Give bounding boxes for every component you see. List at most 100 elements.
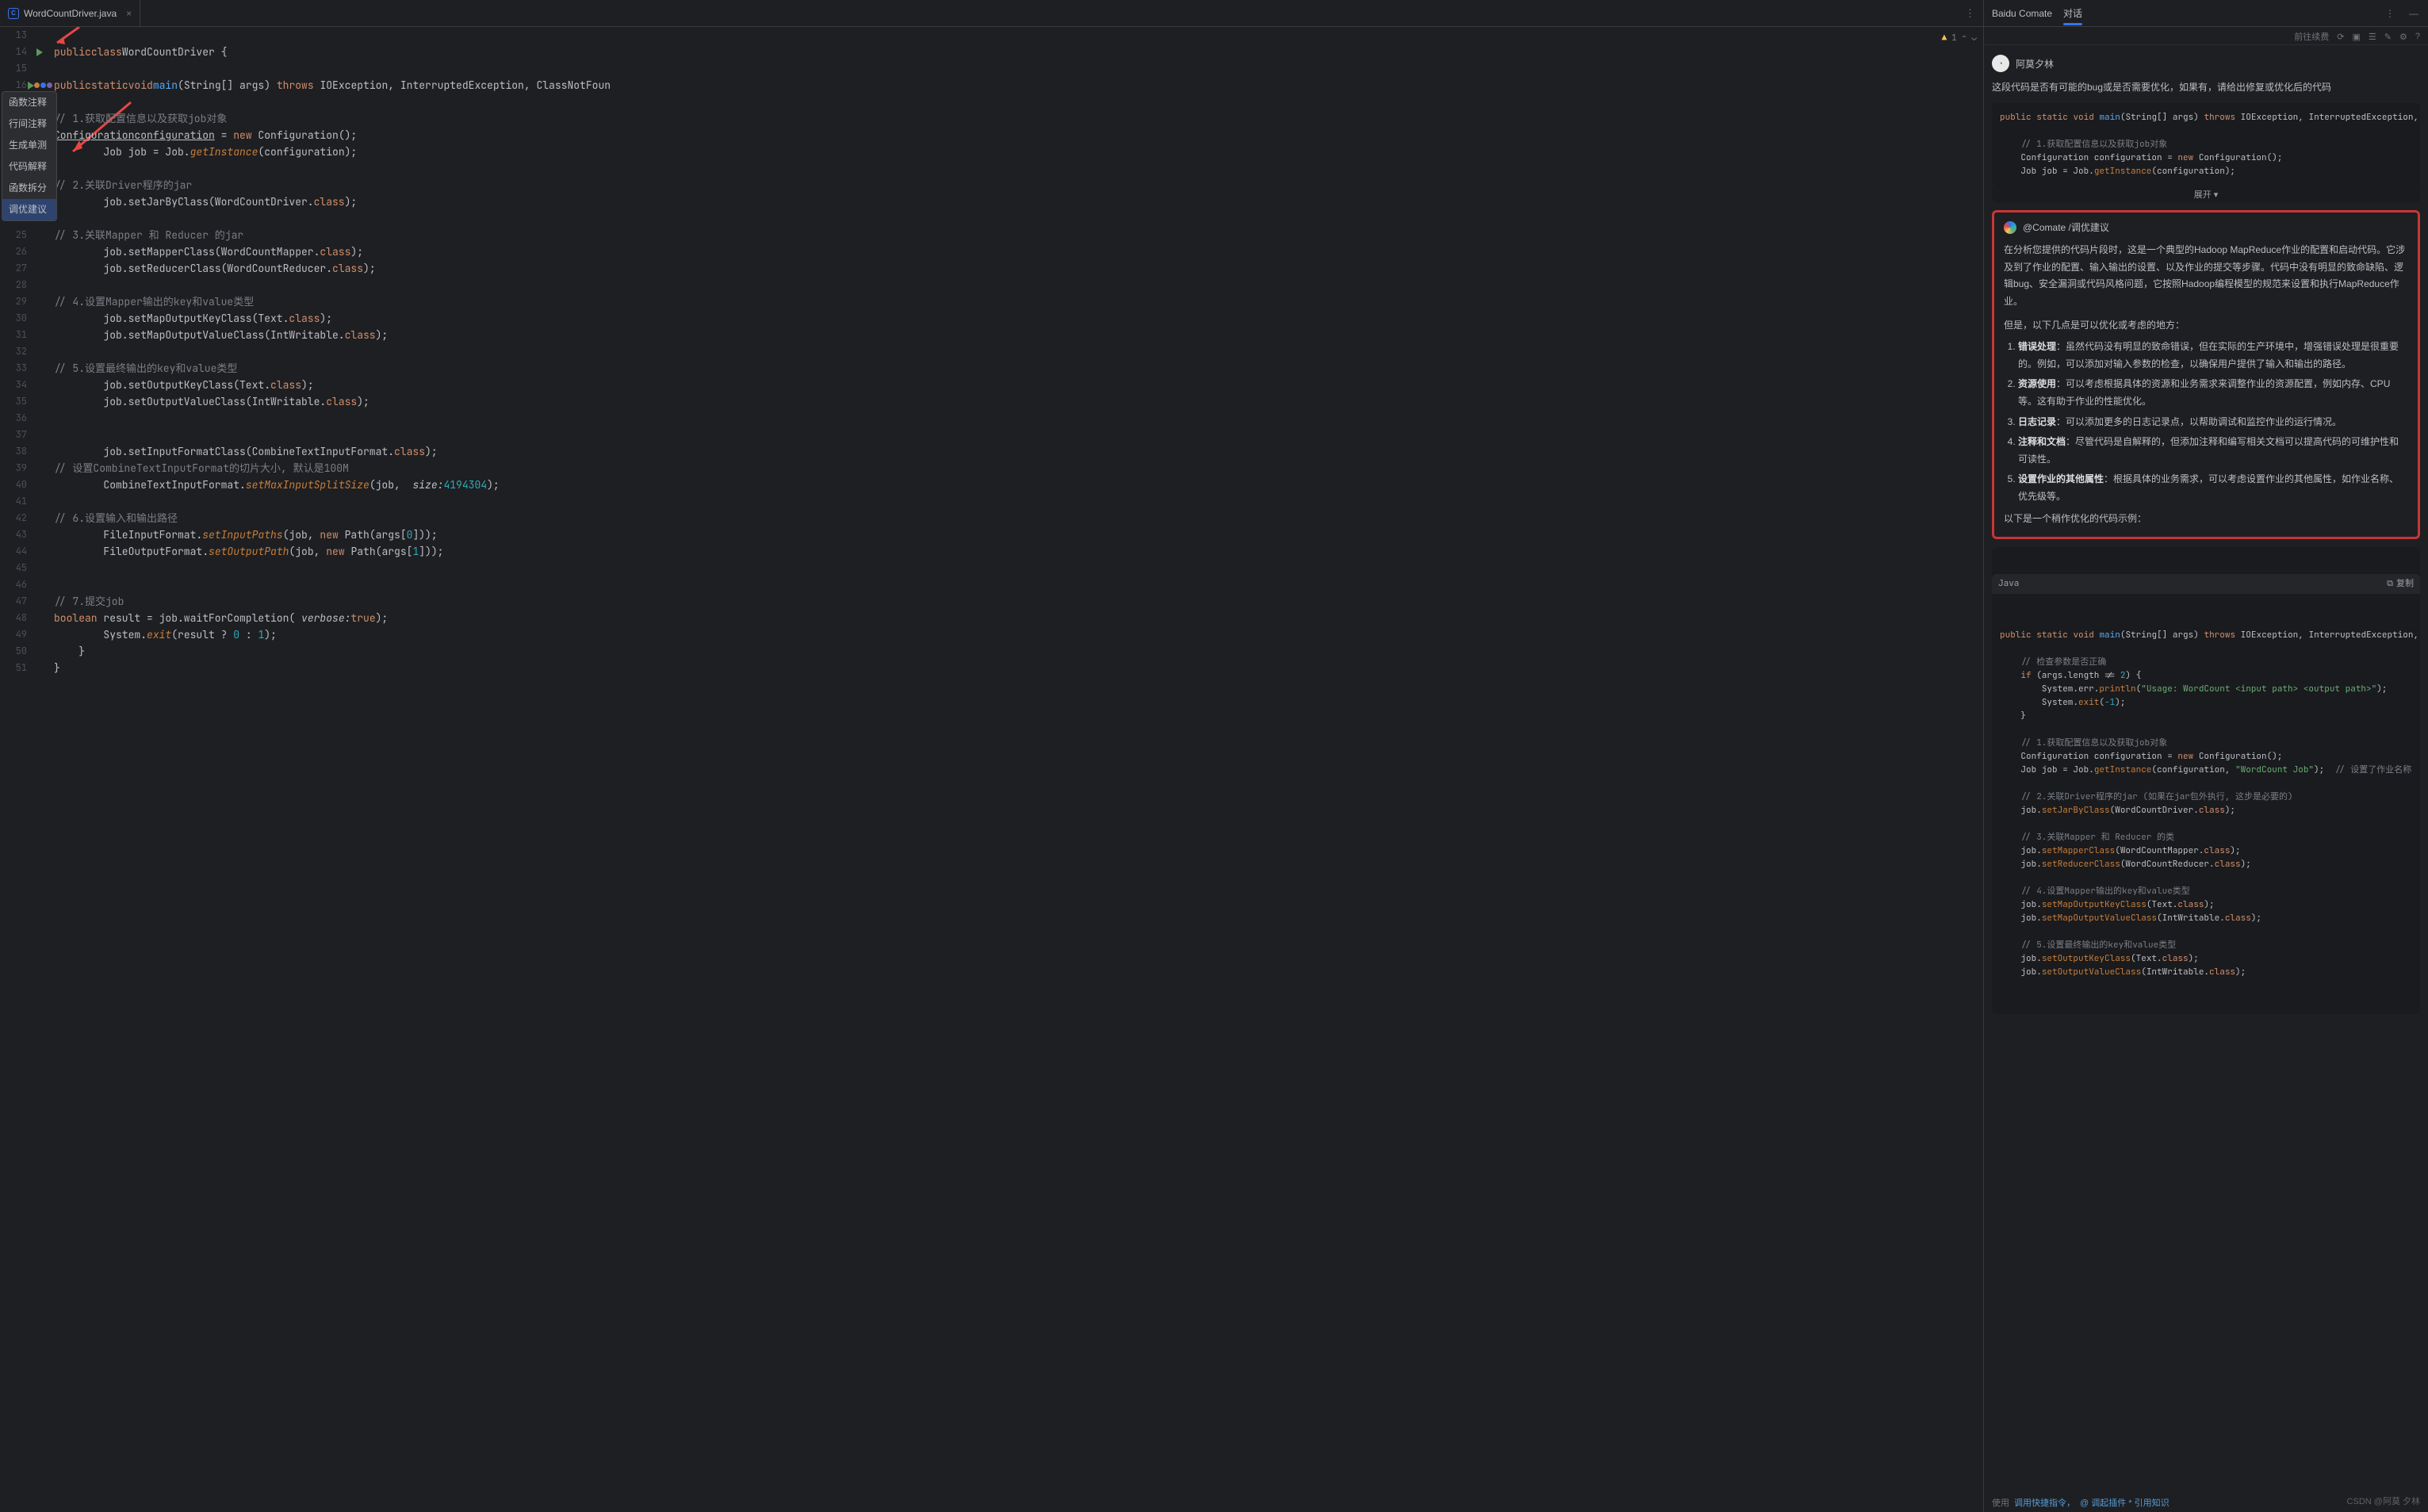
code-line[interactable]: FileInputFormat.setInputPaths(job, new P…: [54, 526, 1983, 543]
line-number[interactable]: 43: [0, 526, 48, 543]
line-number[interactable]: 49: [0, 626, 48, 643]
line-number[interactable]: 44: [0, 543, 48, 560]
line-number[interactable]: 31: [0, 327, 48, 343]
code-line[interactable]: job.setOutputKeyClass(Text.class);: [54, 377, 1983, 393]
context-menu-item[interactable]: 行间注释: [2, 113, 56, 135]
gutter-action-icon[interactable]: [40, 82, 46, 88]
code-line[interactable]: Configuration configuration = new Config…: [54, 127, 1983, 144]
code-line[interactable]: }: [54, 643, 1983, 660]
line-number[interactable]: 36: [0, 410, 48, 427]
code-line[interactable]: [54, 27, 1983, 44]
code-line[interactable]: job.setMapperClass(WordCountMapper.class…: [54, 243, 1983, 260]
code-line[interactable]: [54, 427, 1983, 443]
line-number[interactable]: 50: [0, 643, 48, 660]
code-line[interactable]: [54, 410, 1983, 427]
code-line[interactable]: FileOutputFormat.setOutputPath(job, new …: [54, 543, 1983, 560]
editor-body[interactable]: ▲ 1 ⌃ ⌄ 13141516171819202122232425262728…: [0, 27, 1983, 1512]
code-line[interactable]: [54, 160, 1983, 177]
run-icon[interactable]: [28, 82, 34, 90]
comate-chat-scroll[interactable]: ◔ 阿莫夕林 这段代码是否有可能的bug或是否需要优化，如果有，请给出修复或优化…: [1984, 45, 2428, 1493]
line-number[interactable]: 30: [0, 310, 48, 327]
line-number[interactable]: 48: [0, 610, 48, 626]
code-line[interactable]: job.setMapOutputKeyClass(Text.class);: [54, 310, 1983, 327]
line-number[interactable]: 26: [0, 243, 48, 260]
code-line[interactable]: job.setOutputValueClass(IntWritable.clas…: [54, 393, 1983, 410]
context-menu-item[interactable]: 调优建议: [2, 199, 56, 220]
line-number[interactable]: 51: [0, 660, 48, 676]
code-line[interactable]: boolean result = job.waitForCompletion( …: [54, 610, 1983, 626]
code-line[interactable]: [54, 560, 1983, 576]
copy-button[interactable]: ⧉ 复制: [2387, 577, 2414, 591]
help-icon[interactable]: ?: [2415, 32, 2420, 41]
line-number[interactable]: 27: [0, 260, 48, 277]
new-chat-icon[interactable]: ✎: [2384, 32, 2392, 42]
code-line[interactable]: // 4.设置Mapper输出的key和value类型: [54, 293, 1983, 310]
line-number[interactable]: 42: [0, 510, 48, 526]
run-icon[interactable]: [36, 48, 43, 56]
line-number[interactable]: 25: [0, 227, 48, 243]
context-menu-item[interactable]: 函数注释: [2, 92, 56, 113]
context-menu[interactable]: 函数注释行间注释生成单测代码解释函数拆分调优建议: [2, 91, 57, 221]
layout-icon[interactable]: ▣: [2353, 32, 2361, 42]
line-number[interactable]: 46: [0, 576, 48, 593]
footer-at[interactable]: @ 调起插件 * 引用知识: [2080, 1496, 2169, 1509]
code-line[interactable]: Job job = Job.getInstance(configuration)…: [54, 144, 1983, 160]
line-number[interactable]: 33: [0, 360, 48, 377]
line-number[interactable]: 14: [0, 44, 48, 60]
editor-tab[interactable]: C WordCountDriver.java ×: [0, 0, 140, 26]
code-line[interactable]: // 6.设置输入和输出路径: [54, 510, 1983, 526]
code-line[interactable]: job.setMapOutputValueClass(IntWritable.c…: [54, 327, 1983, 343]
minimize-icon[interactable]: —: [2407, 7, 2420, 20]
footer-shortcut[interactable]: 调用快捷指令，: [2014, 1496, 2075, 1509]
code-line[interactable]: System.exit(result ? 0 : 1);: [54, 626, 1983, 643]
gutter-action-icon[interactable]: [34, 82, 40, 88]
line-number[interactable]: 32: [0, 343, 48, 360]
close-icon[interactable]: ×: [126, 8, 132, 19]
code-line[interactable]: [54, 210, 1983, 227]
code-line[interactable]: [54, 576, 1983, 593]
line-number[interactable]: 47: [0, 593, 48, 610]
code-line[interactable]: public class WordCountDriver {: [54, 44, 1983, 60]
code-line[interactable]: job.setReducerClass(WordCountReducer.cla…: [54, 260, 1983, 277]
code-line[interactable]: // 1.获取配置信息以及获取job对象: [54, 110, 1983, 127]
code-line[interactable]: public static void main(String[] args) t…: [54, 77, 1983, 94]
code-line[interactable]: [54, 94, 1983, 110]
context-menu-item[interactable]: 函数拆分: [2, 178, 56, 199]
line-number[interactable]: 34: [0, 377, 48, 393]
refresh-icon[interactable]: ⟳: [2337, 32, 2344, 42]
code-line[interactable]: // 设置CombineTextInputFormat的切片大小, 默认是100…: [54, 460, 1983, 477]
line-number[interactable]: 39: [0, 460, 48, 477]
expand-button[interactable]: 展开 ▾: [1992, 186, 2420, 202]
line-number[interactable]: 28: [0, 277, 48, 293]
renew-link[interactable]: 前往续费: [2294, 30, 2329, 43]
code-line[interactable]: // 2.关联Driver程序的jar: [54, 177, 1983, 193]
comate-tab-chat[interactable]: 对话: [2063, 6, 2082, 20]
code-line[interactable]: [54, 60, 1983, 77]
code-area[interactable]: public class WordCountDriver { public st…: [48, 27, 1983, 1512]
line-number[interactable]: 29: [0, 293, 48, 310]
context-menu-item[interactable]: 代码解释: [2, 156, 56, 178]
more-icon[interactable]: ⋮: [2384, 7, 2396, 20]
line-number[interactable]: 35: [0, 393, 48, 410]
code-line[interactable]: [54, 493, 1983, 510]
code-line[interactable]: CombineTextInputFormat.setMaxInputSplitS…: [54, 477, 1983, 493]
code-line[interactable]: [54, 277, 1983, 293]
settings-icon[interactable]: ⚙: [2399, 32, 2407, 42]
code-line[interactable]: // 3.关联Mapper 和 Reducer 的jar: [54, 227, 1983, 243]
line-number[interactable]: 45: [0, 560, 48, 576]
code-line[interactable]: // 7.提交job: [54, 593, 1983, 610]
line-number[interactable]: 13: [0, 27, 48, 44]
code-line[interactable]: // 5.设置最终输出的key和value类型: [54, 360, 1983, 377]
history-icon[interactable]: ☰: [2369, 32, 2376, 42]
context-menu-item[interactable]: 生成单测: [2, 135, 56, 156]
code-line[interactable]: [54, 343, 1983, 360]
code-line[interactable]: job.setInputFormatClass(CombineTextInput…: [54, 443, 1983, 460]
line-number[interactable]: 37: [0, 427, 48, 443]
tab-overflow-icon[interactable]: ⋮: [1957, 7, 1983, 20]
line-number[interactable]: 41: [0, 493, 48, 510]
line-number[interactable]: 38: [0, 443, 48, 460]
line-number[interactable]: 40: [0, 477, 48, 493]
line-number[interactable]: 15: [0, 60, 48, 77]
code-line[interactable]: job.setJarByClass(WordCountDriver.class)…: [54, 193, 1983, 210]
code-line[interactable]: }: [54, 660, 1983, 676]
